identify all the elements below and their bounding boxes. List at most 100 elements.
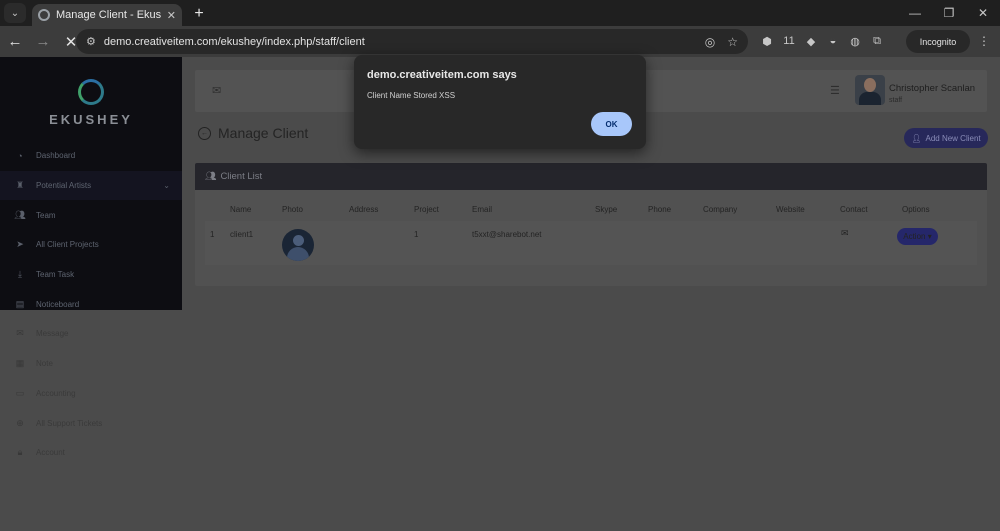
download-icon: ⤓ [18,269,22,280]
lock-icon: 🔒︎ [17,447,23,458]
sidebar-item-message[interactable]: ✉ Message [0,319,182,349]
extensions-area: ⬢ 11 ◆ ◒ ◍ ⧉ [756,31,888,51]
sidebar-item-note[interactable]: ▦ Note [0,349,182,379]
browser-toolbar: ← → ✕ ⚙ demo.creativeitem.com/ekushey/in… [0,26,1000,57]
eye-off-icon[interactable]: ◎ [705,35,715,49]
minimize-icon[interactable]: — [898,0,932,26]
sidebar-item-label: All Support Tickets [36,418,103,428]
client-email: t5xxt@sharebot.net [472,230,542,239]
brand-logo[interactable]: EKUSHEY [0,79,182,127]
sidebar-item-all-client-projects[interactable]: ➤ All Client Projects [0,230,182,260]
sidebar-item-dashboard[interactable]: ◔ Dashboard [0,141,182,171]
action-dropdown-button[interactable]: Action ▾ [897,228,938,245]
arrow-circle-left-icon: ← [198,126,211,140]
sidebar-item-label: Team [36,210,56,220]
sidebar-item-label: Account [36,448,65,458]
extensions-puzzle-icon[interactable]: ⧉ [866,31,888,51]
tab-close-icon[interactable]: ✕ [167,9,176,22]
client-photo [282,229,314,261]
sidebar-item-potential-artists[interactable]: ♜ Potential Artists ⌄ [0,170,182,201]
column-header[interactable]: Website [776,205,805,214]
avatar-head [864,78,876,92]
add-new-client-button[interactable]: 👤︎ Add New Client [904,128,988,148]
column-header[interactable]: Name [230,205,251,214]
card-title: Client List [220,171,263,182]
restore-icon[interactable]: ❐ [932,0,966,26]
row-index: 1 [210,230,215,239]
sidebar-item-label: Potential Artists [36,181,92,191]
tab-strip: ⌄ Manage Client - Ekushey Project ✕ + — … [0,0,1000,26]
column-header[interactable]: Company [703,205,737,214]
user-name[interactable]: Christopher Scanlan [889,83,975,94]
sidebar-item-label: Dashboard [36,151,76,161]
messages-envelope-icon[interactable]: ✉ [212,84,221,97]
contact-envelope-icon[interactable]: ✉ [841,228,849,239]
avatar[interactable] [855,75,885,105]
gauge-icon: ◔ [17,150,23,161]
extension-shield-icon[interactable]: ⬢ [756,31,778,51]
menu-toggle-icon[interactable]: ☰ [830,84,840,97]
sidebar-item-team[interactable]: 👥︎ Team [0,200,182,230]
tab-search-icon[interactable]: ⌄ [4,3,26,23]
envelope-icon: ✉ [16,328,24,339]
sidebar-item-all-support-tickets[interactable]: ⊕ All Support Tickets [0,408,182,438]
sidebar-item-label: Noticeboard [36,299,80,309]
trophy-icon: ♜ [15,180,25,191]
ok-button[interactable]: OK [591,112,632,136]
extension-gem-icon[interactable]: ◆ [800,31,822,51]
column-header[interactable]: Skype [595,205,617,214]
window-controls: — ❐ ✕ [898,0,1000,26]
sidebar-item-label: Accounting [36,388,76,398]
lifebuoy-icon: ⊕ [16,417,24,428]
url-text[interactable]: demo.creativeitem.com/ekushey/index.php/… [104,36,693,48]
client-project: 1 [414,230,419,239]
send-icon: ➤ [16,239,24,250]
sidebar-menu: ◔ Dashboard ♜ Potential Artists ⌄ 👥︎ Tea… [0,141,182,468]
sidebar-item-label: Note [36,359,53,369]
bookmark-star-icon[interactable]: ☆ [727,35,738,49]
tab-title: Manage Client - Ekushey Project [56,9,161,21]
close-window-icon[interactable]: ✕ [966,0,1000,26]
back-icon[interactable]: ← [2,29,28,55]
brand-name: EKUSHEY [49,112,133,127]
photo-body [287,247,309,261]
sidebar-item-accounting[interactable]: ▭ Accounting [0,379,182,409]
incognito-label: Incognito [919,36,957,47]
extension-badge-icon[interactable]: 11 [778,31,800,51]
users-icon: 👥︎ [205,171,217,181]
page-title: Manage Client [218,125,309,141]
sidebar-item-account[interactable]: 🔒︎ Account [0,438,182,468]
extension-globe-icon[interactable]: ◍ [844,31,866,51]
client-list-card: 👥︎ Client List Name Photo Address Projec… [195,163,987,286]
dialog-origin: demo.creativeitem.com says [367,69,517,81]
sidebar-item-noticeboard[interactable]: ▤ Noticeboard [0,289,182,319]
board-icon: ▤ [15,298,25,309]
card-icon: ▭ [15,387,25,398]
client-name: client1 [230,230,254,239]
incognito-indicator[interactable]: Incognito [906,30,970,53]
note-icon: ▦ [15,358,25,369]
extension-wave-icon[interactable]: ◒ [822,31,844,51]
column-header[interactable]: Options [902,205,930,214]
sidebar-item-label: Message [36,329,69,339]
user-role: staff [889,97,903,104]
column-header[interactable]: Address [349,205,378,214]
sidebar-item-team-task[interactable]: ⤓ Team Task [0,260,182,290]
forward-icon[interactable]: → [30,29,56,55]
column-header[interactable]: Phone [648,205,671,214]
site-info-icon[interactable]: ⚙ [86,35,96,48]
add-user-icon: 👤︎ [911,133,922,143]
dialog-message: Client Name Stored XSS [367,91,456,100]
alert-dialog: demo.creativeitem.com says Client Name S… [354,55,646,149]
new-tab-button[interactable]: + [190,5,208,23]
photo-head [293,235,304,246]
browser-menu-icon[interactable]: ⋮ [978,34,990,48]
sidebar-item-label: Team Task [36,270,75,280]
browser-tab[interactable]: Manage Client - Ekushey Project ✕ [32,4,182,26]
address-bar[interactable]: ⚙ demo.creativeitem.com/ekushey/index.ph… [76,29,748,54]
column-header[interactable]: Email [472,205,492,214]
card-header: 👥︎ Client List [195,163,987,190]
column-header[interactable]: Photo [282,205,303,214]
column-header[interactable]: Project [414,205,439,214]
column-header[interactable]: Contact [840,205,868,214]
